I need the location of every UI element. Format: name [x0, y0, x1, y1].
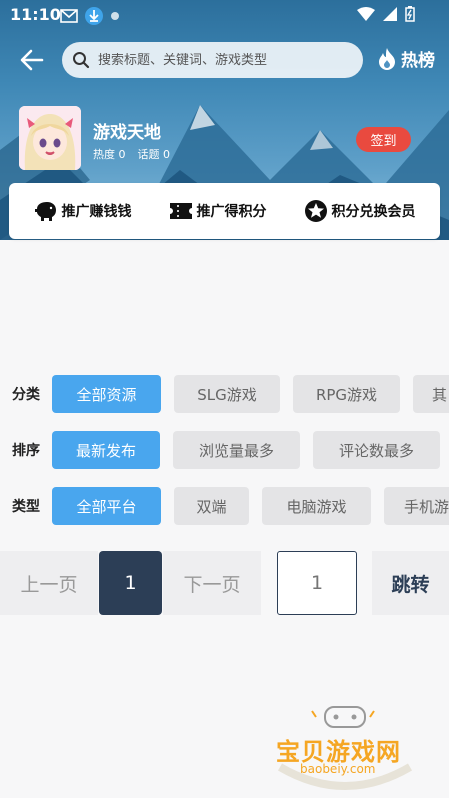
redeem-membership-label: 积分兑换会员 [331, 204, 416, 220]
type-chip-mobile[interactable]: 手机游 [384, 487, 449, 525]
current-page[interactable]: 1 [99, 551, 162, 615]
page-number-input[interactable] [277, 551, 357, 615]
forum-stats: 热度 0 话题 0 [93, 146, 170, 162]
forum-avatar [19, 106, 81, 170]
type-chip-all-platforms[interactable]: 全部平台 [52, 487, 161, 525]
search-bar[interactable] [62, 42, 363, 78]
watermark-url: baobeiy.com [300, 762, 376, 776]
wifi-icon [357, 7, 375, 21]
type-chip-dual[interactable]: 双端 [174, 487, 249, 525]
category-chip-slg[interactable]: SLG游戏 [174, 375, 280, 413]
checkin-button[interactable]: 签到 [356, 127, 411, 152]
type-chip-pc[interactable]: 电脑游戏 [262, 487, 371, 525]
sort-chip-most-viewed[interactable]: 浏览量最多 [173, 431, 300, 469]
promote-earn-label: 推广赚钱钱 [61, 204, 132, 220]
star-icon [304, 200, 327, 222]
action-bar: 推广赚钱钱 推广得积分 积分兑换会员 [9, 183, 440, 239]
piggy-bank-icon [34, 202, 56, 221]
heat-stat: 热度 0 [93, 148, 126, 161]
battery-icon [405, 6, 415, 22]
prev-page-button[interactable]: 上一页 [0, 551, 98, 615]
promote-points-button[interactable]: 推广得积分 [169, 201, 267, 221]
ticket-icon [169, 203, 192, 219]
topics-stat: 话题 0 [137, 148, 171, 161]
promote-earn-button[interactable]: 推广赚钱钱 [34, 200, 132, 222]
next-page-button[interactable]: 下一页 [163, 551, 261, 615]
category-chip-other[interactable]: 其 [413, 375, 449, 413]
hot-ranking-label: 热榜 [401, 51, 435, 71]
pagination: 上一页 1 下一页 跳转 [0, 551, 449, 615]
site-watermark: 宝贝游戏网 baobeiy.com [270, 705, 420, 795]
redeem-membership-button[interactable]: 积分兑换会员 [304, 199, 416, 223]
forum-name: 游戏天地 [93, 123, 161, 143]
back-arrow-icon[interactable] [18, 46, 46, 74]
download-icon [85, 7, 103, 25]
dot-icon [111, 12, 119, 20]
signal-icon [383, 7, 397, 21]
flame-icon [379, 47, 395, 70]
category-chip-all[interactable]: 全部资源 [52, 375, 161, 413]
category-chip-rpg[interactable]: RPG游戏 [293, 375, 400, 413]
category-filter-label: 分类 [12, 387, 40, 403]
category-filter-row: 分类 全部资源 SLG游戏 RPG游戏 其 [0, 374, 449, 414]
sort-filter-label: 排序 [12, 443, 40, 459]
jump-button[interactable]: 跳转 [372, 551, 449, 615]
hot-ranking-button[interactable]: 热榜 [376, 46, 435, 71]
type-filter-row: 类型 全部平台 双端 电脑游戏 手机游 [0, 486, 449, 526]
search-input[interactable] [98, 52, 348, 68]
search-icon [73, 52, 90, 69]
type-filter-label: 类型 [12, 499, 40, 515]
promote-points-label: 推广得积分 [196, 204, 267, 220]
sort-chip-most-comments[interactable]: 评论数最多 [313, 431, 440, 469]
sort-filter-row: 排序 最新发布 浏览量最多 评论数最多 [0, 430, 449, 470]
sort-chip-latest[interactable]: 最新发布 [52, 431, 160, 469]
status-time: 11:10 [10, 5, 61, 24]
mail-icon [60, 9, 78, 23]
anime-girl-avatar [19, 106, 81, 170]
status-bar: 11:10 [0, 0, 449, 30]
